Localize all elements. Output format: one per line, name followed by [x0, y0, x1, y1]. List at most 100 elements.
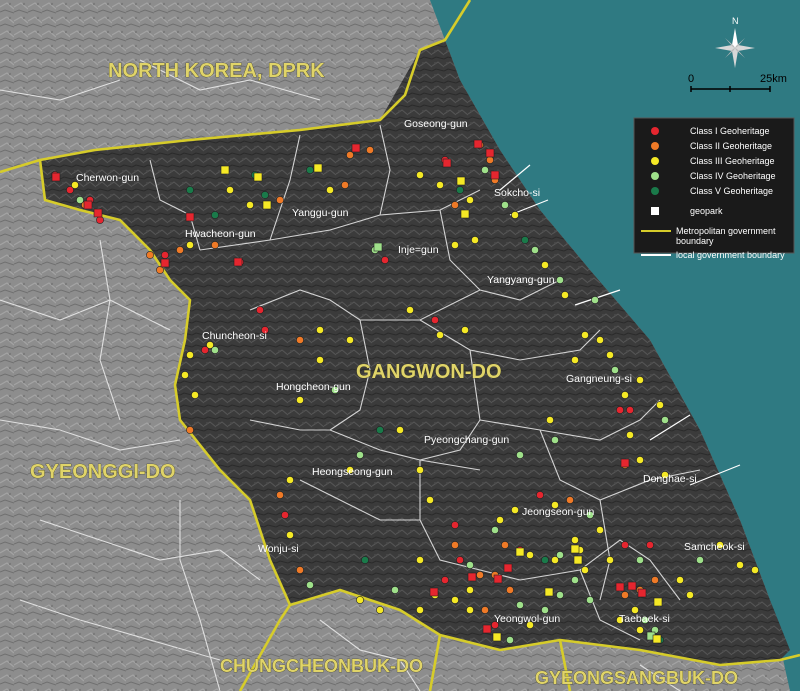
- place-label: Sokcho-si: [494, 187, 540, 199]
- geoheritage-point: [416, 466, 424, 474]
- geoheritage-point: [456, 556, 464, 564]
- geoheritage-point: [466, 561, 474, 569]
- geoheritage-point: [296, 336, 304, 344]
- geoheritage-point: [426, 496, 434, 504]
- geoheritage-point: [571, 576, 579, 584]
- geoheritage-point: [501, 541, 509, 549]
- geoheritage-point: [461, 326, 469, 334]
- geoheritage-point: [581, 331, 589, 339]
- region-gangwon: GANGWON-DO: [356, 361, 502, 383]
- place-label: Gangneung-si: [566, 373, 632, 385]
- geopark-square: [93, 208, 103, 218]
- geoheritage-point: [566, 496, 574, 504]
- geoheritage-point: [451, 541, 459, 549]
- legend-symbol-circle: [651, 142, 659, 150]
- geoheritage-point: [621, 591, 629, 599]
- geoheritage-point: [621, 541, 629, 549]
- geoheritage-point: [161, 251, 169, 259]
- geopark-square: [473, 139, 483, 149]
- geoheritage-point: [526, 551, 534, 559]
- geoheritage-point: [451, 521, 459, 529]
- place-label: Jeongseon-gun: [522, 506, 595, 518]
- geoheritage-point: [256, 306, 264, 314]
- scale-end: 25km: [760, 73, 787, 85]
- geoheritage-point: [326, 186, 334, 194]
- geoheritage-point: [181, 371, 189, 379]
- geopark-square: [233, 257, 243, 267]
- geoheritage-point: [451, 596, 459, 604]
- place-label: Yanggu-gun: [292, 207, 349, 219]
- geoheritage-point: [541, 261, 549, 269]
- region-gyeonggi: GYEONGGI-DO: [30, 461, 176, 483]
- place-label: Chuncheon-si: [202, 330, 267, 342]
- geoheritage-point: [481, 606, 489, 614]
- geoheritage-point: [246, 201, 254, 209]
- geopark-square: [627, 581, 637, 591]
- legend-label: local government boundary: [676, 250, 785, 260]
- geoheritage-point: [536, 491, 544, 499]
- geoheritage-point: [571, 536, 579, 544]
- geoheritage-point: [211, 211, 219, 219]
- geoheritage-point: [591, 296, 599, 304]
- geoheritage-point: [176, 246, 184, 254]
- geopark-square: [220, 165, 230, 175]
- geopark-square: [490, 170, 500, 180]
- place-label: Hongcheon-gun: [276, 381, 351, 393]
- place-label: Cherwon-gun: [76, 172, 139, 184]
- place-label: Donghae-si: [643, 473, 697, 485]
- geopark-square: [652, 634, 662, 644]
- geopark-square: [485, 148, 495, 158]
- geoheritage-point: [556, 276, 564, 284]
- geoheritage-point: [201, 346, 209, 354]
- geoheritage-point: [76, 196, 84, 204]
- geopark-square: [160, 258, 170, 268]
- geopark-square: [544, 587, 554, 597]
- geoheritage-point: [296, 566, 304, 574]
- geoheritage-point: [736, 561, 744, 569]
- legend-label: Class I Geoheritage: [690, 126, 770, 136]
- geoheritage-point: [521, 236, 529, 244]
- geoheritage-point: [661, 416, 669, 424]
- geoheritage-point: [646, 541, 654, 549]
- geoheritage-point: [546, 416, 554, 424]
- legend-label: geopark: [690, 206, 723, 216]
- geoheritage-point: [316, 326, 324, 334]
- geoheritage-map: NORTH KOREA, DPRK GANGWON-DO GYEONGGI-DO…: [0, 0, 800, 691]
- geopark-square: [493, 574, 503, 584]
- geoheritage-point: [676, 576, 684, 584]
- geoheritage-point: [286, 531, 294, 539]
- geoheritage-point: [606, 351, 614, 359]
- geoheritage-point: [511, 211, 519, 219]
- geoheritage-point: [186, 351, 194, 359]
- geoheritage-point: [636, 456, 644, 464]
- geoheritage-point: [416, 556, 424, 564]
- geopark-square: [429, 587, 439, 597]
- geoheritage-point: [391, 586, 399, 594]
- place-label: Yeongwol-gun: [494, 613, 560, 625]
- geoheritage-point: [466, 586, 474, 594]
- geoheritage-point: [156, 266, 164, 274]
- geopark-square: [185, 212, 195, 222]
- region-north-korea: NORTH KOREA, DPRK: [108, 60, 325, 82]
- geoheritage-point: [296, 396, 304, 404]
- geoheritage-point: [436, 181, 444, 189]
- geoheritage-point: [466, 196, 474, 204]
- geoheritage-point: [656, 401, 664, 409]
- geoheritage-point: [191, 391, 199, 399]
- geopark-square: [456, 176, 466, 186]
- legend-label: Class II Geoheritage: [690, 141, 772, 151]
- geopark-square: [515, 547, 525, 557]
- geoheritage-point: [431, 316, 439, 324]
- geoheritage-point: [506, 586, 514, 594]
- geopark-square: [637, 588, 647, 598]
- geoheritage-point: [146, 251, 154, 259]
- legend-label: Class V Geoheritage: [690, 186, 773, 196]
- place-label: Samcheok-si: [684, 541, 745, 553]
- geoheritage-point: [346, 336, 354, 344]
- geoheritage-point: [346, 151, 354, 159]
- legend-symbol-circle: [651, 187, 659, 195]
- geoheritage-point: [541, 556, 549, 564]
- place-label: Heongseong-gun: [312, 466, 393, 478]
- geoheritage-point: [186, 426, 194, 434]
- geoheritage-point: [451, 241, 459, 249]
